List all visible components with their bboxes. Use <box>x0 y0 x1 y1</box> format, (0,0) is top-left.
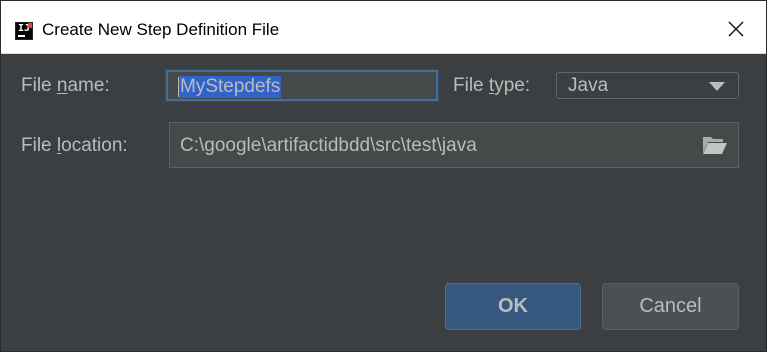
file-location-value: C:\google\artifactidbdd\src\test\java <box>180 135 477 156</box>
file-location-label: File location: <box>21 135 128 156</box>
file-name-input[interactable]: MyStepdefs <box>166 70 438 101</box>
create-step-definition-dialog: IJ Create New Step Definition File File … <box>0 0 767 352</box>
dialog-title: Create New Step Definition File <box>42 20 280 39</box>
browse-folder-button[interactable] <box>702 135 728 155</box>
close-button[interactable] <box>716 11 756 45</box>
file-name-value: MyStepdefs <box>179 76 282 98</box>
chevron-down-icon <box>709 82 725 91</box>
ok-button[interactable]: OK <box>445 283 581 330</box>
file-location-field[interactable]: C:\google\artifactidbdd\src\test\java <box>169 122 739 168</box>
folder-icon <box>703 137 727 154</box>
intellij-idea-icon: IJ <box>15 22 33 40</box>
cancel-button[interactable]: Cancel <box>602 283 739 330</box>
file-type-select[interactable]: Java <box>556 72 739 99</box>
title-bar: IJ Create New Step Definition File <box>1 1 766 54</box>
file-type-label: File type: <box>453 75 531 96</box>
file-type-selected: Java <box>568 75 609 96</box>
file-name-label: File name: <box>21 75 110 96</box>
close-icon <box>728 21 744 37</box>
